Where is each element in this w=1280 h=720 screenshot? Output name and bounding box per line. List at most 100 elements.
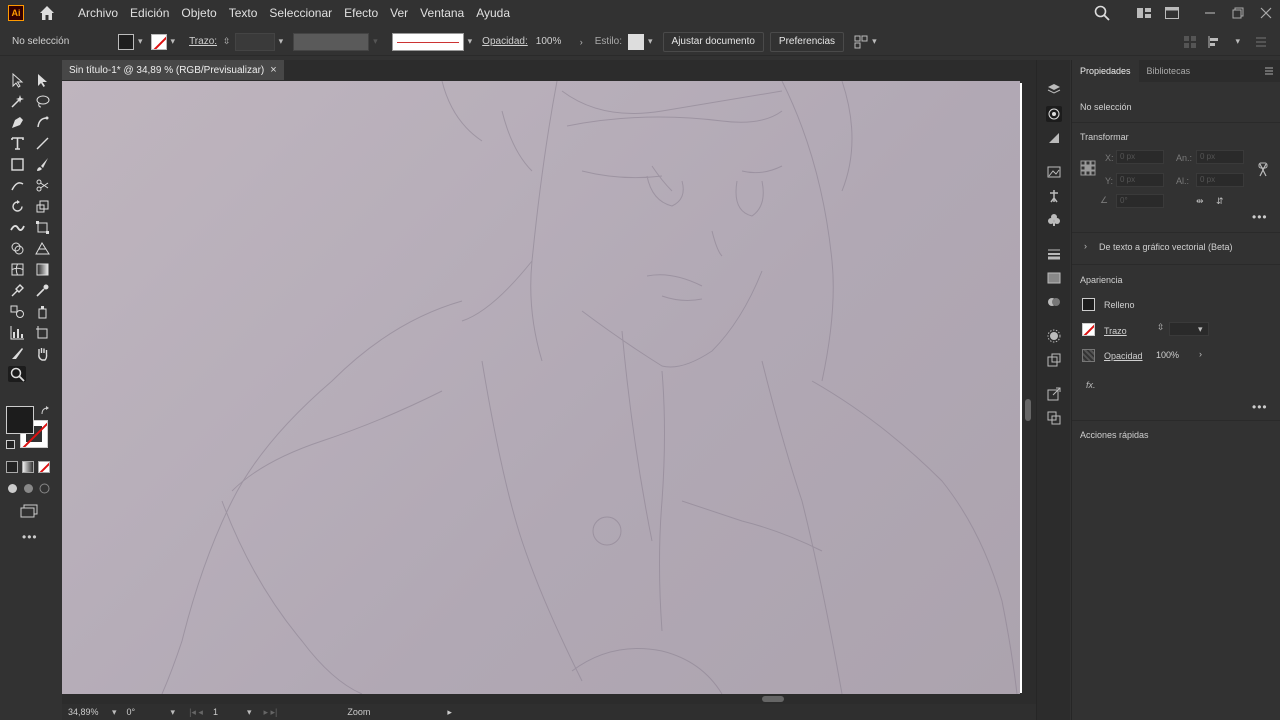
libraries-icon[interactable] bbox=[1046, 130, 1062, 146]
transparency-icon[interactable] bbox=[1046, 294, 1062, 310]
y-input[interactable]: 0 px bbox=[1116, 173, 1164, 187]
magic-wand-icon[interactable] bbox=[8, 93, 26, 109]
opacity-label[interactable]: Opacidad bbox=[1104, 351, 1143, 361]
more-tools-icon[interactable]: ••• bbox=[22, 530, 38, 544]
blend-tool-icon[interactable] bbox=[8, 303, 26, 319]
mesh-tool-icon[interactable] bbox=[8, 261, 26, 277]
menu-seleccionar[interactable]: Seleccionar bbox=[263, 0, 338, 26]
none-mode-icon[interactable] bbox=[38, 461, 50, 473]
stepper-icon[interactable]: ⇳ bbox=[223, 36, 231, 47]
rectangle-tool-icon[interactable] bbox=[8, 156, 26, 172]
chevron-down-icon[interactable]: ▾ bbox=[648, 36, 653, 47]
swap-icon[interactable] bbox=[40, 406, 50, 416]
document-tab[interactable]: Sin título-1* @ 34,89 % (RGB/Previsualiz… bbox=[62, 60, 284, 80]
zoom-tool-icon[interactable] bbox=[8, 366, 26, 382]
chevron-down-icon[interactable]: ▾ bbox=[112, 707, 117, 718]
menu-ayuda[interactable]: Ayuda bbox=[470, 0, 516, 26]
more-options-icon[interactable]: ••• bbox=[1252, 400, 1268, 414]
perspective-grid-icon[interactable] bbox=[33, 240, 51, 256]
eyedropper-icon[interactable] bbox=[8, 282, 26, 298]
menu-archivo[interactable]: Archivo bbox=[72, 0, 124, 26]
variable-width-dropdown[interactable] bbox=[293, 32, 370, 51]
opacity-value[interactable]: 100% bbox=[536, 36, 576, 47]
play-icon[interactable]: ▸ bbox=[447, 707, 452, 718]
menu-ventana[interactable]: Ventana bbox=[414, 0, 470, 26]
stroke-weight-input[interactable] bbox=[1169, 322, 1209, 336]
fit-document-button[interactable]: Ajustar documento bbox=[662, 31, 764, 52]
draw-inside-icon[interactable] bbox=[39, 483, 50, 494]
chevron-down-icon[interactable]: ▾ bbox=[171, 707, 176, 718]
vectorize-section[interactable]: De texto a gráfico vectorial (Beta) bbox=[1099, 242, 1233, 252]
first-artboard-icon[interactable]: |◂ ◂ bbox=[189, 707, 203, 718]
tab-propiedades[interactable]: Propiedades bbox=[1072, 60, 1139, 82]
tab-bibliotecas[interactable]: Bibliotecas bbox=[1139, 60, 1199, 82]
fill-swatch[interactable] bbox=[118, 33, 134, 50]
width-tool-icon[interactable] bbox=[8, 219, 26, 235]
chevron-down-icon[interactable]: ▾ bbox=[247, 707, 252, 718]
chevron-down-icon[interactable]: ▾ bbox=[373, 36, 378, 47]
symbols-icon[interactable] bbox=[1046, 212, 1062, 228]
shaper-tool-icon[interactable] bbox=[8, 177, 26, 193]
draw-normal-icon[interactable] bbox=[7, 483, 18, 494]
chevron-down-icon[interactable]: ▾ bbox=[1235, 36, 1240, 47]
opacity-value[interactable]: 100% bbox=[1156, 350, 1179, 360]
gradient-mode-icon[interactable] bbox=[22, 461, 34, 473]
eyedropper-alt-icon[interactable] bbox=[33, 282, 51, 298]
fill-color-box[interactable] bbox=[6, 406, 34, 434]
layers-icon[interactable] bbox=[1046, 82, 1062, 98]
stroke-label[interactable]: Trazo bbox=[1104, 326, 1127, 336]
more-options-icon[interactable]: ••• bbox=[1252, 210, 1268, 224]
search-icon[interactable] bbox=[1094, 5, 1110, 21]
shape-builder-icon[interactable] bbox=[8, 240, 26, 256]
slice-tool-icon[interactable] bbox=[8, 345, 26, 361]
chevron-right-icon[interactable]: › bbox=[1084, 241, 1087, 251]
opacity-label[interactable]: Opacidad: bbox=[482, 36, 528, 47]
zoom-level[interactable]: 34,89% bbox=[68, 707, 108, 717]
workspace-icon[interactable] bbox=[1136, 5, 1152, 21]
menu-objeto[interactable]: Objeto bbox=[175, 0, 222, 26]
x-input[interactable]: 0 px bbox=[1116, 150, 1164, 164]
rotation-value[interactable]: 0° bbox=[127, 707, 167, 717]
line-tool-icon[interactable] bbox=[33, 135, 51, 151]
direct-selection-tool-icon[interactable] bbox=[33, 72, 51, 88]
chevron-down-icon[interactable]: ▾ bbox=[1198, 324, 1203, 335]
stroke-label[interactable]: Trazo: bbox=[189, 36, 217, 47]
color-mode-icon[interactable] bbox=[6, 461, 18, 473]
fill-swatch[interactable] bbox=[1082, 298, 1095, 311]
scissors-icon[interactable] bbox=[33, 177, 51, 193]
canvas[interactable] bbox=[62, 81, 1020, 694]
chevron-down-icon[interactable]: ▾ bbox=[279, 36, 284, 47]
asset-export-icon[interactable] bbox=[1046, 352, 1062, 368]
minimize-icon[interactable] bbox=[1202, 5, 1218, 21]
stroke-swatch[interactable] bbox=[150, 33, 167, 50]
gradient-panel-icon[interactable] bbox=[1046, 270, 1062, 286]
grid-icon[interactable] bbox=[1183, 35, 1197, 49]
fx-icon[interactable]: fx. bbox=[1086, 380, 1096, 390]
style-swatch[interactable] bbox=[628, 33, 644, 50]
stroke-panel-icon[interactable] bbox=[1046, 246, 1062, 262]
chevron-right-icon[interactable]: › bbox=[1199, 349, 1202, 359]
chevron-down-icon[interactable]: ▾ bbox=[468, 36, 473, 47]
selection-tool-icon[interactable] bbox=[8, 72, 26, 88]
symbol-sprayer-icon[interactable] bbox=[33, 303, 51, 319]
artboard-number[interactable]: 1 bbox=[213, 707, 243, 717]
pen-tool-icon[interactable] bbox=[8, 114, 26, 130]
chevron-right-icon[interactable]: › bbox=[580, 37, 583, 47]
column-graph-icon[interactable] bbox=[8, 324, 26, 340]
close-tab-icon[interactable]: × bbox=[270, 64, 276, 76]
chevron-down-icon[interactable]: ▾ bbox=[872, 36, 877, 47]
image-trace-icon[interactable] bbox=[1046, 164, 1062, 180]
panel-menu-icon[interactable] bbox=[1264, 66, 1274, 76]
vertical-scrollbar[interactable] bbox=[1020, 81, 1036, 694]
home-icon[interactable] bbox=[38, 4, 56, 22]
hand-tool-icon[interactable] bbox=[33, 345, 51, 361]
stroke-weight-input[interactable] bbox=[234, 32, 275, 51]
constrain-link-icon[interactable] bbox=[1256, 162, 1270, 178]
arrange-documents-icon[interactable] bbox=[854, 35, 868, 49]
appearance-icon[interactable] bbox=[1046, 328, 1062, 344]
preferences-button[interactable]: Preferencias bbox=[769, 31, 845, 52]
default-colors-icon[interactable] bbox=[6, 440, 15, 449]
draw-behind-icon[interactable] bbox=[23, 483, 34, 494]
width-input[interactable]: 0 px bbox=[1196, 150, 1244, 164]
vertical-scroll-thumb[interactable] bbox=[1025, 399, 1031, 421]
